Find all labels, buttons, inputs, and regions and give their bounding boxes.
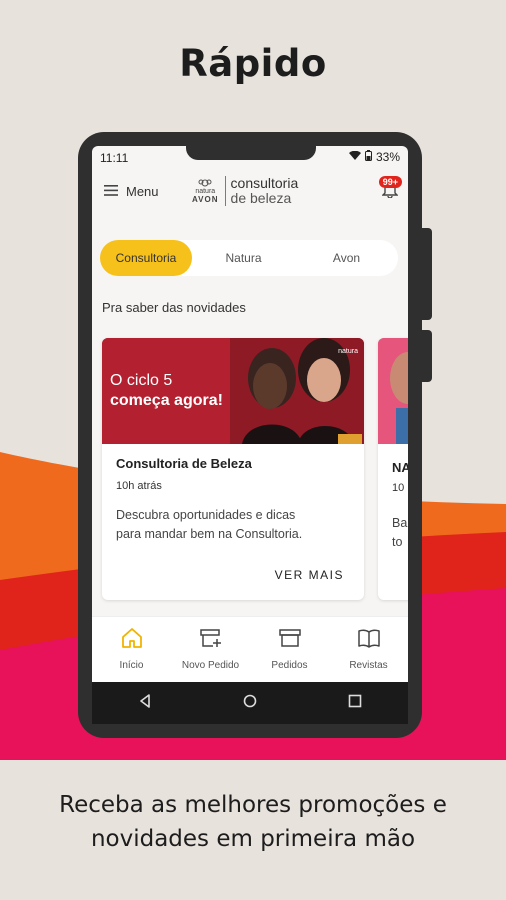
banner-line-1: O ciclo 5 (110, 372, 173, 389)
caption-line-2: novidades em primeira mão (90, 826, 416, 852)
headline: Rápido (179, 42, 327, 85)
caption: Receba as melhores promoções e novidades… (0, 788, 506, 856)
caption-line-1: Receba as melhores promoções e (59, 792, 447, 818)
recents-icon[interactable] (348, 694, 362, 713)
status-bar: 11:11 33% (92, 146, 408, 168)
status-time: 11:11 (100, 151, 129, 165)
segment-natura[interactable]: Natura (192, 240, 295, 276)
card-description-line-1: Descubra oportunidades e dicas (116, 508, 296, 522)
tab-revistas[interactable]: Revistas (329, 617, 408, 682)
card-description-line-2: para mandar bem na Consultoria. (116, 527, 303, 541)
magazine-icon (357, 627, 381, 652)
menu-button[interactable]: Menu (104, 184, 159, 199)
news-card-partial[interactable]: NA 10 Ba to (378, 338, 408, 600)
card-banner-partial (378, 338, 408, 444)
card-time: 10 (392, 482, 405, 494)
logo-line-2: de beleza (230, 190, 292, 206)
card-description: Ba to (392, 514, 407, 552)
phone-volume-button (422, 228, 432, 320)
card-body: Consultoria de Beleza 10h atrás Descubra… (102, 444, 364, 556)
logo-divider (224, 176, 226, 206)
segment-avon[interactable]: Avon (295, 240, 398, 276)
tab-pedidos[interactable]: Pedidos (250, 617, 329, 682)
orders-icon (278, 627, 302, 652)
banner-line-2: começa agora! (110, 392, 223, 409)
logo-line-1: consultoria (230, 175, 299, 191)
natura-flower-icon (198, 179, 212, 187)
status-icons: 33% (348, 150, 400, 164)
new-order-icon (199, 627, 223, 652)
phone-power-button (422, 330, 432, 382)
home-icon (120, 627, 144, 652)
banner-models-image (102, 338, 364, 444)
card-description-line-1: Ba (392, 516, 408, 530)
brand-logos: natura AVON (192, 178, 219, 204)
notification-badge: 99+ (378, 176, 402, 188)
see-more-button[interactable]: VER MAIS (275, 568, 344, 582)
home-circle-icon[interactable] (243, 694, 257, 713)
app-screen: 11:11 33% Menu natura AVON consultoria d… (92, 146, 408, 682)
card-description: Descubra oportunidades e dicas para mand… (116, 506, 350, 544)
bottom-tab-bar: Início Novo Pedido Pedidos Revistas (92, 616, 408, 682)
app-bar: Menu natura AVON consultoria de beleza 9… (92, 170, 408, 218)
natura-logo-text: natura (195, 188, 216, 195)
logo-title: consultoria de beleza (231, 176, 299, 206)
tab-label: Pedidos (271, 660, 308, 671)
hamburger-icon (104, 184, 118, 199)
android-nav-bar (92, 682, 408, 724)
card-time: 10h atrás (116, 480, 162, 492)
tab-novo-pedido[interactable]: Novo Pedido (171, 617, 250, 682)
segment-consultoria[interactable]: Consultoria (100, 240, 192, 276)
tab-label: Novo Pedido (181, 660, 240, 671)
app-logo: natura AVON consultoria de beleza (192, 176, 298, 206)
battery-icon (364, 150, 372, 164)
menu-label: Menu (126, 184, 159, 199)
card-banner: O ciclo 5 começa agora! natura (102, 338, 364, 444)
banner-person-image (378, 338, 408, 444)
back-icon[interactable] (138, 693, 152, 713)
news-card[interactable]: O ciclo 5 começa agora! natura Consultor… (102, 338, 364, 600)
card-title: NA (392, 460, 408, 475)
tab-label: Revistas (349, 660, 388, 671)
card-title: Consultoria de Beleza (116, 456, 252, 471)
brand-segment-control: Consultoria Natura Avon (100, 240, 398, 276)
card-description-line-2: to (392, 535, 403, 549)
wifi-icon (348, 150, 361, 164)
battery-level: 33% (375, 150, 400, 164)
banner-brand: natura (338, 348, 358, 355)
section-title: Pra saber das novidades (102, 300, 246, 315)
avon-logo-text: AVON (192, 195, 219, 204)
tab-label: Início (119, 660, 144, 671)
tab-inicio[interactable]: Início (92, 617, 171, 682)
notifications-button[interactable]: 99+ (378, 176, 402, 203)
